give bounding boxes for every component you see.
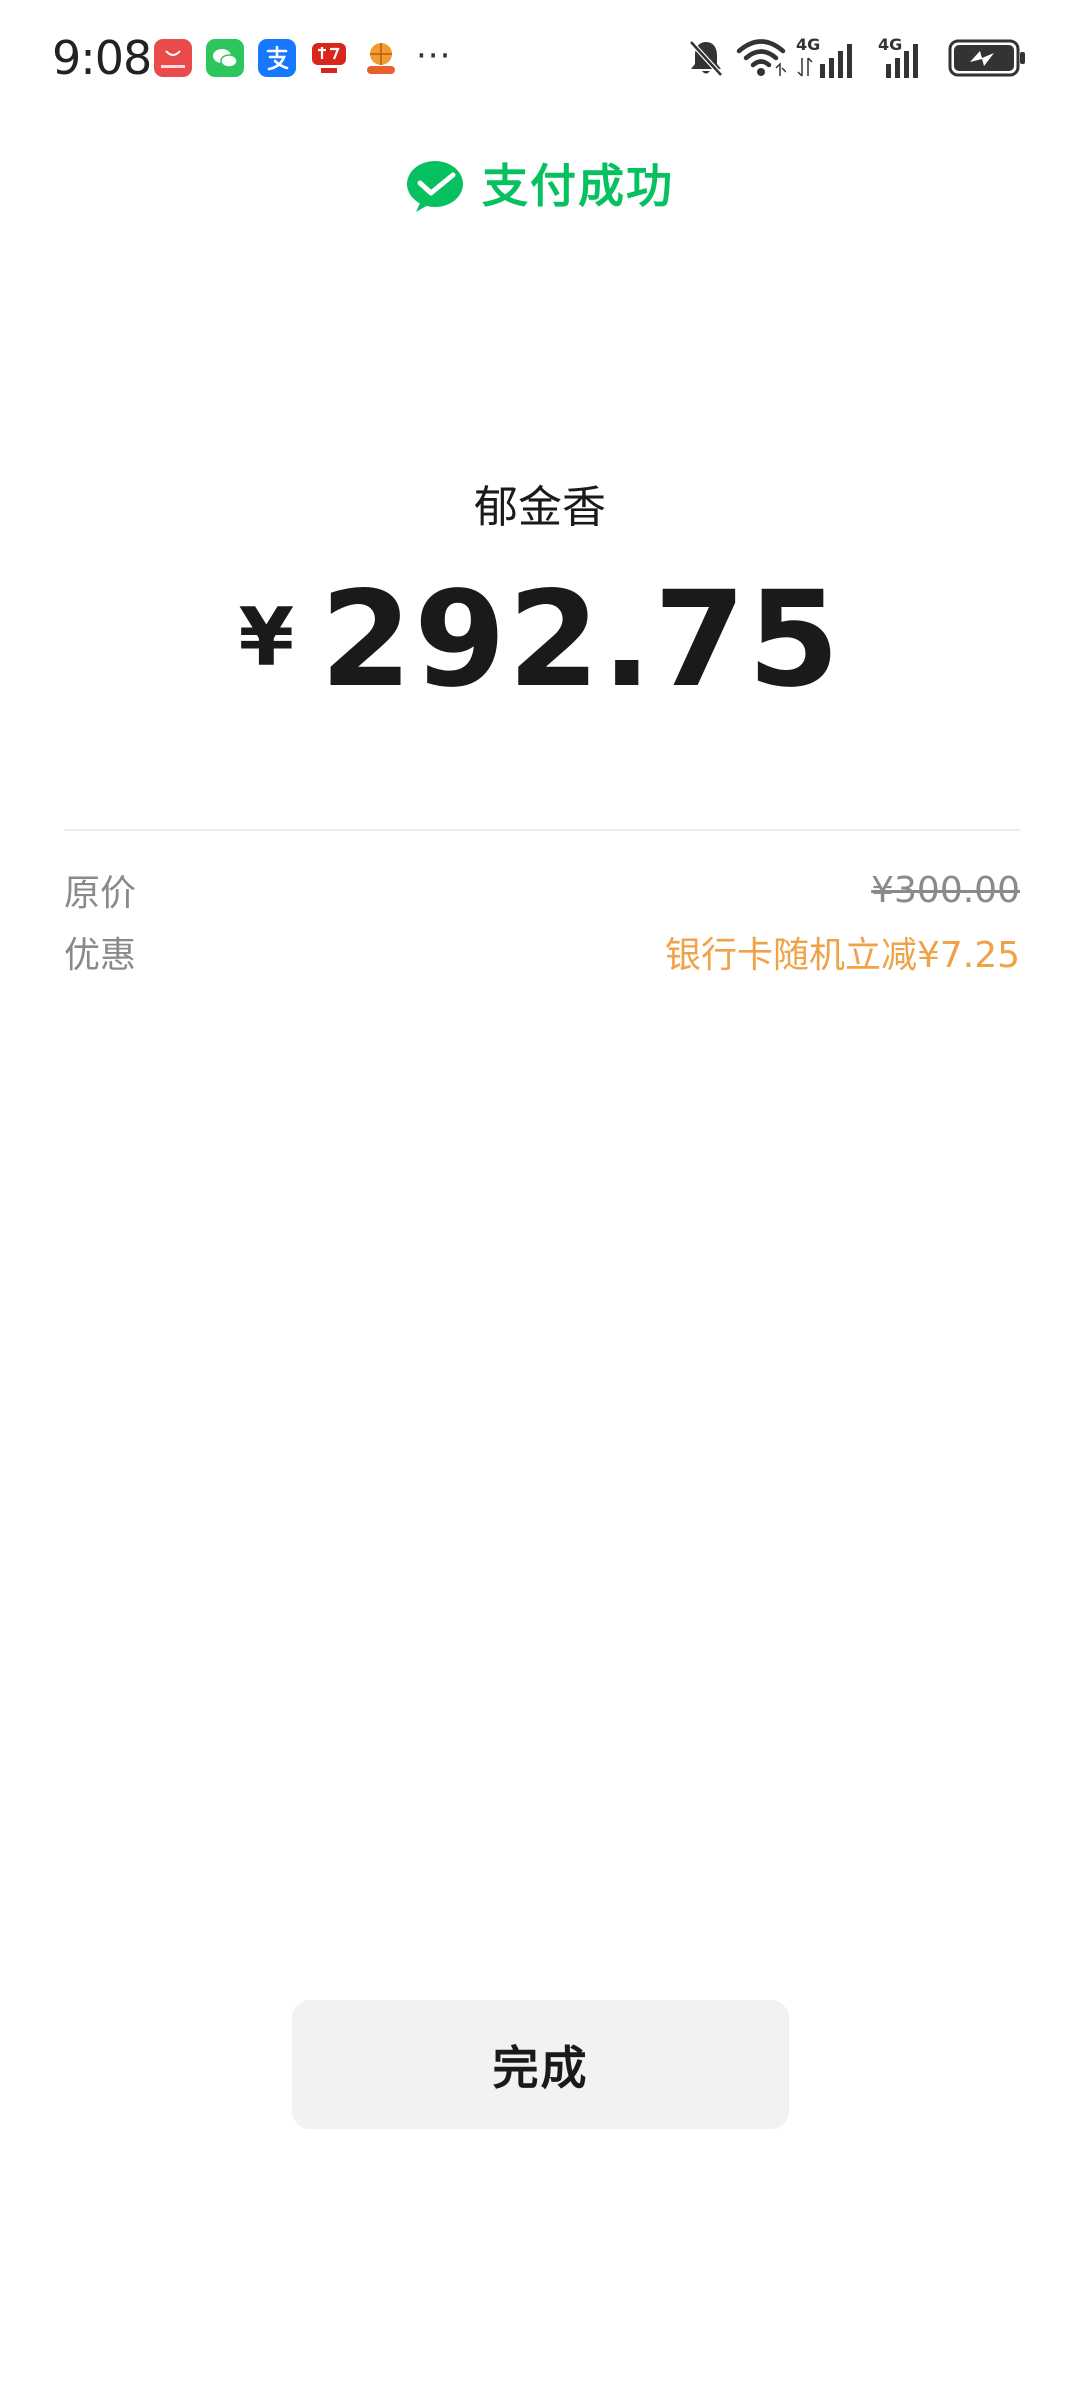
huawei-appgallery-icon [154, 39, 192, 77]
original-price-value: ¥300.00 [871, 869, 1020, 911]
more-notifications-icon: ··· [416, 36, 452, 76]
bell-off-icon [689, 40, 723, 77]
4g-signal-icon: 4G [796, 34, 866, 80]
currency-symbol: ¥ [238, 591, 295, 684]
battery-charging-icon [948, 39, 1025, 77]
status-bar: 9:08 ··· 4G 4G [0, 0, 1080, 115]
wechat-icon [206, 39, 244, 77]
original-price-row: 原价 ¥300.00 [64, 862, 1020, 918]
svg-text:4G: 4G [878, 35, 902, 54]
discount-label: 优惠 [64, 935, 137, 976]
discount-value: 银行卡随机立减¥7.25 [664, 935, 1020, 976]
alipay-icon [258, 39, 296, 77]
payment-amount: ¥ 292.75 [0, 570, 1080, 710]
payment-success-header: 支付成功 [0, 150, 1080, 222]
status-time: 9:08 [52, 31, 152, 85]
merchant-name: 郁金香 [474, 482, 606, 533]
discount-row: 优惠 银行卡随机立减¥7.25 [64, 924, 1020, 980]
done-button[interactable]: 完成 [292, 2000, 789, 2129]
wifi-icon [736, 39, 786, 76]
shopping-app-icon [310, 39, 348, 77]
basketball-app-icon [362, 39, 400, 77]
amount-value: 292.75 [320, 563, 842, 717]
original-price-label: 原价 [64, 873, 137, 914]
divider [64, 829, 1020, 831]
success-check-icon [407, 161, 463, 212]
svg-text:4G: 4G [796, 35, 820, 54]
4g-signal-icon: 4G [878, 34, 948, 80]
page-title: 支付成功 [482, 159, 674, 213]
